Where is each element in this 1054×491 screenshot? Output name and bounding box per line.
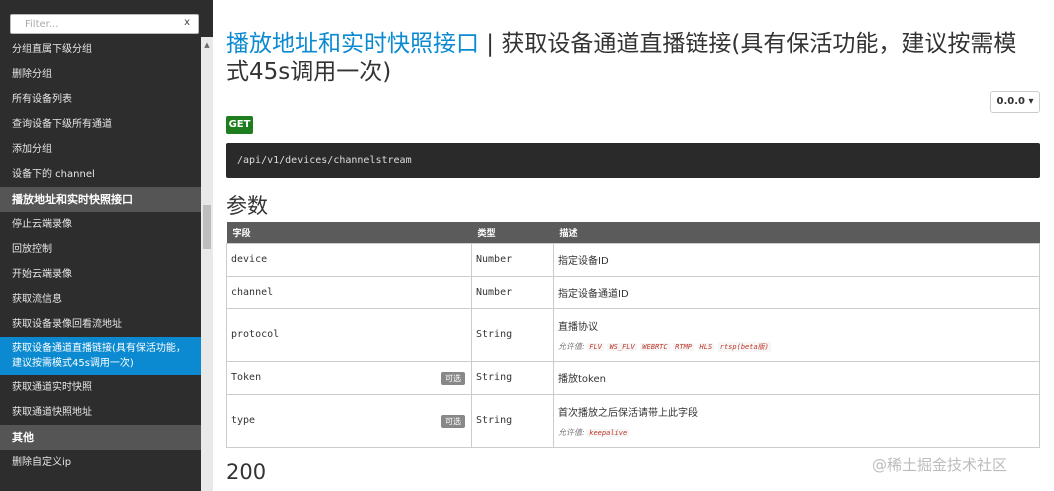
table-row: protocol String 直播协议 允许值: FLV WS_FLV WEB…: [226, 307, 1040, 362]
allowed-value: FLV: [587, 342, 604, 351]
param-type: Number: [471, 242, 554, 277]
param-field: device: [226, 242, 472, 277]
sidebar-group-live[interactable]: 播放地址和实时快照接口: [0, 187, 201, 212]
sidebar-item[interactable]: 获取通道快照地址: [0, 400, 201, 425]
param-type: Number: [471, 275, 554, 309]
allowed-values: 允许值: FLV WS_FLV WEBRTC RTMP HLS rtsp(bet…: [558, 341, 1039, 352]
title-group-link[interactable]: 播放地址和实时快照接口: [226, 31, 479, 57]
allowed-value: keepalive: [587, 428, 630, 437]
filter-input[interactable]: [11, 15, 181, 33]
allowed-value: WEBRTC: [640, 342, 670, 351]
sidebar-item[interactable]: 停止云端录像: [0, 212, 201, 237]
method-badge: GET: [226, 116, 253, 134]
endpoint-path: /api/v1/devices/channelstream: [226, 143, 1040, 178]
param-field: channel: [226, 275, 472, 309]
sidebar: x 分组直属下级分组 删除分组 所有设备列表 查询设备下级所有通道 添加分组 设…: [0, 0, 213, 491]
sidebar-nav: 分组直属下级分组 删除分组 所有设备列表 查询设备下级所有通道 添加分组 设备下…: [0, 37, 201, 475]
sidebar-item[interactable]: 所有设备列表: [0, 87, 201, 112]
param-field: Token: [231, 372, 262, 383]
table-header-row: 字段 类型 描述: [226, 222, 1040, 243]
scroll-thumb[interactable]: [203, 205, 211, 249]
allowed-value: WS_FLV: [607, 342, 637, 351]
param-desc: 指定设备ID: [553, 242, 1040, 277]
sidebar-item[interactable]: 查询设备下级所有通道: [0, 112, 201, 137]
table-row: channel Number 指定设备通道ID: [226, 275, 1040, 309]
clear-icon[interactable]: x: [184, 17, 190, 28]
allowed-label: 允许值:: [558, 427, 585, 437]
sidebar-item[interactable]: 获取设备录像回看流地址: [0, 312, 201, 337]
param-field: type: [231, 415, 256, 426]
param-desc: 播放token: [553, 360, 1040, 395]
version-dropdown[interactable]: 0.0.0 ▾: [990, 91, 1040, 113]
table-row: device Number 指定设备ID: [226, 242, 1040, 277]
allowed-value: HLS: [697, 342, 715, 351]
scroll-up-icon[interactable]: ▲: [201, 41, 213, 49]
params-heading: 参数: [226, 194, 268, 218]
param-field-cell: Token 可选: [226, 360, 472, 395]
param-desc: 首次播放之后保活请带上此字段: [558, 407, 698, 419]
sidebar-group-other[interactable]: 其他: [0, 425, 201, 450]
allowed-label: 允许值:: [558, 341, 585, 351]
sidebar-item[interactable]: 回放控制: [0, 237, 201, 262]
sidebar-item[interactable]: 设备下的 channel: [0, 162, 201, 187]
allowed-value: RTMP: [673, 342, 694, 351]
sidebar-item[interactable]: 开始云端录像: [0, 262, 201, 287]
optional-badge: 可选: [441, 414, 465, 428]
sidebar-scrollbar[interactable]: ▲: [201, 37, 213, 491]
column-header-type: 类型: [471, 222, 554, 243]
param-desc: 指定设备通道ID: [553, 275, 1040, 309]
allowed-value: rtsp(beta版): [717, 341, 771, 352]
table-row: type 可选 String 首次播放之后保活请带上此字段 允许值: keepa…: [226, 393, 1040, 448]
response-code-heading: 200: [226, 460, 267, 484]
allowed-values: 允许值: keepalive: [558, 427, 1039, 438]
column-header-field: 字段: [226, 222, 472, 243]
param-field: protocol: [226, 307, 472, 362]
table-row: Token 可选 String 播放token: [226, 360, 1040, 395]
title-separator: |: [479, 31, 502, 57]
watermark: @稀土掘金技术社区: [872, 456, 1008, 474]
column-header-desc: 描述: [553, 222, 1040, 243]
param-desc: 直播协议: [558, 321, 598, 333]
sidebar-item[interactable]: 删除分组: [0, 62, 201, 87]
param-desc-cell: 首次播放之后保活请带上此字段 允许值: keepalive: [553, 393, 1040, 448]
param-field-cell: type 可选: [226, 393, 472, 448]
param-type: String: [471, 360, 554, 395]
optional-badge: 可选: [441, 371, 465, 385]
sidebar-item[interactable]: 获取流信息: [0, 287, 201, 312]
filter-box: x: [10, 14, 199, 34]
sidebar-item[interactable]: 添加分组: [0, 137, 201, 162]
sidebar-item-active[interactable]: 获取设备通道直播链接(具有保活功能，建议按需模式45s调用一次): [0, 337, 201, 375]
sidebar-item[interactable]: 获取通道实时快照: [0, 375, 201, 400]
param-type: String: [471, 393, 554, 448]
page-title: 播放地址和实时快照接口 | 获取设备通道直播链接(具有保活功能，建议按需模式45…: [226, 30, 1036, 86]
param-desc-cell: 直播协议 允许值: FLV WS_FLV WEBRTC RTMP HLS rts…: [553, 307, 1040, 362]
params-table: 字段 类型 描述 device Number 指定设备ID channel Nu…: [226, 222, 1040, 448]
sidebar-item[interactable]: 删除自定义ip: [0, 450, 201, 475]
sidebar-item[interactable]: 分组直属下级分组: [0, 37, 201, 62]
param-type: String: [471, 307, 554, 362]
